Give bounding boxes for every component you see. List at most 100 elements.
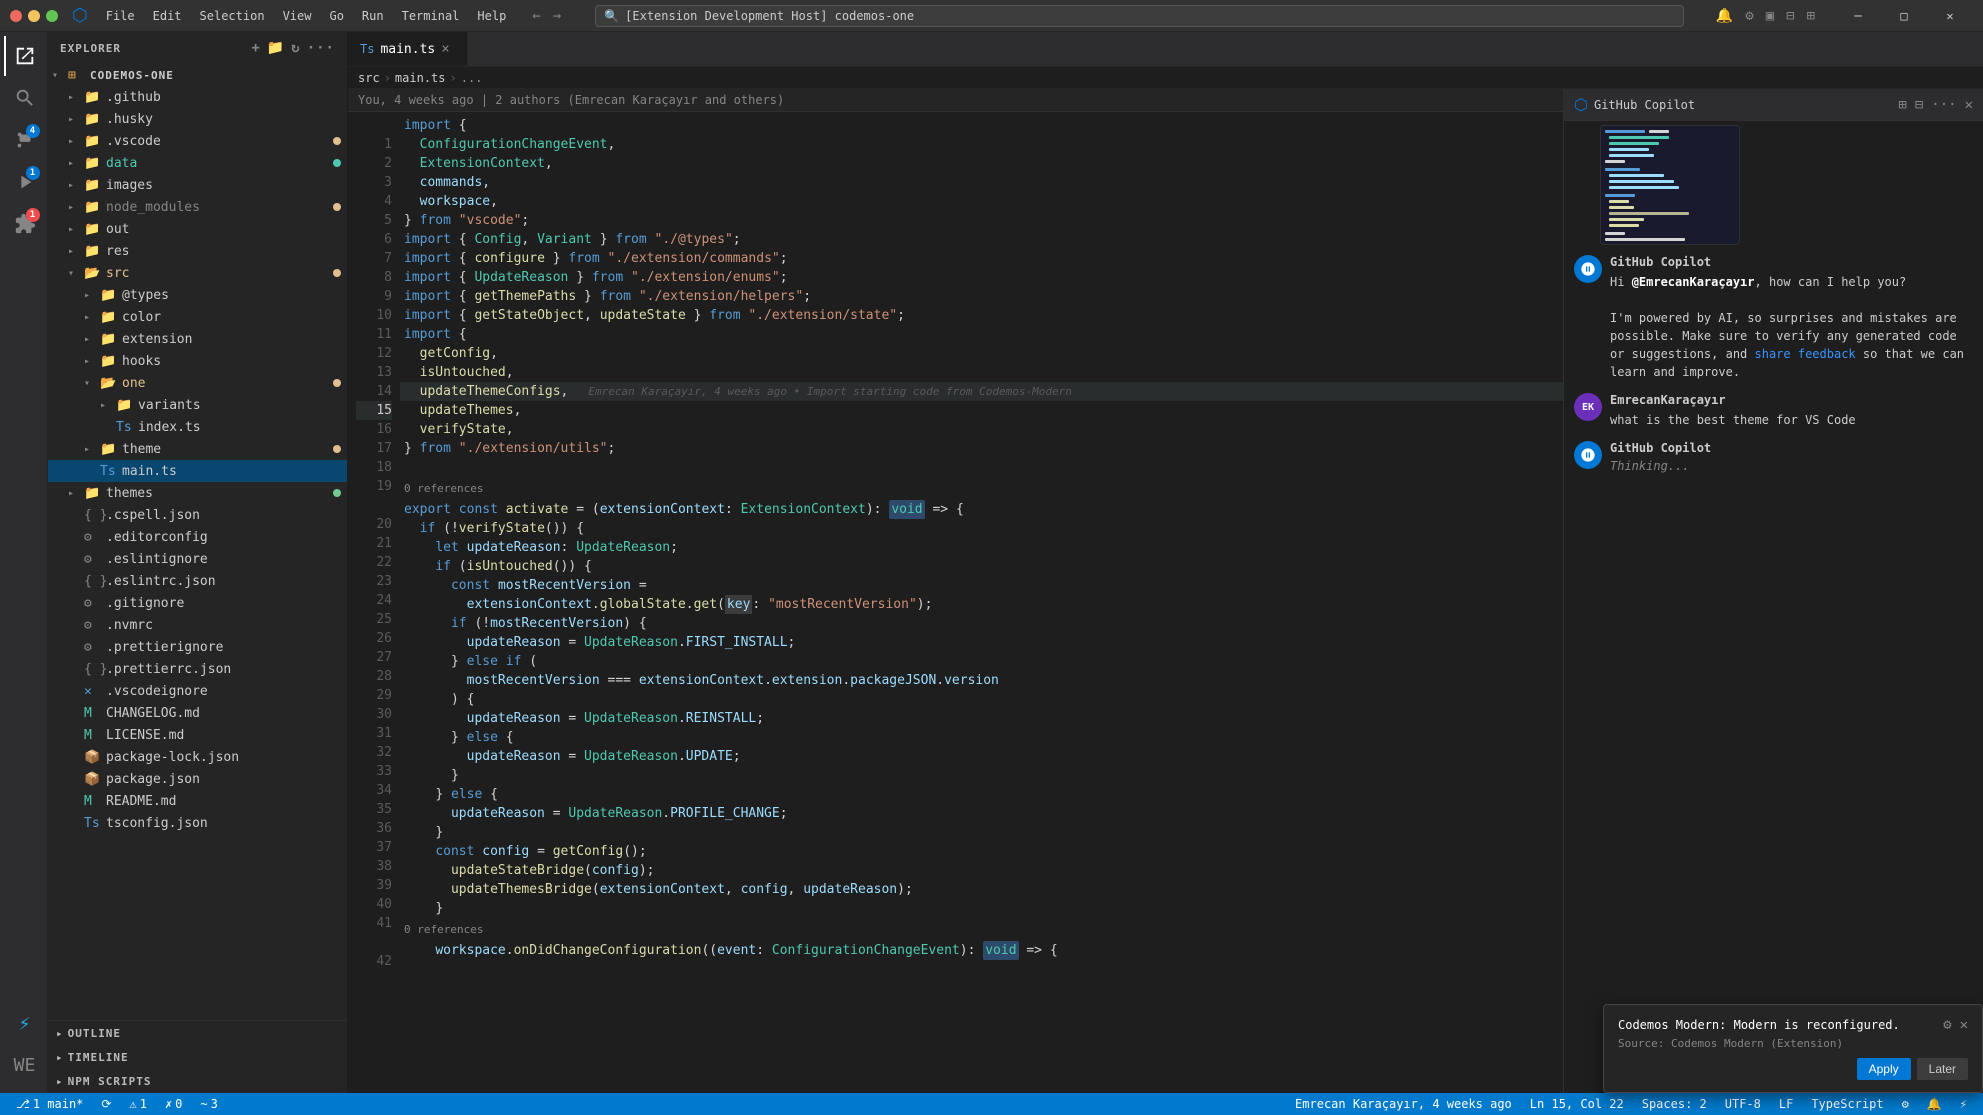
menu-help[interactable]: Help	[469, 6, 514, 26]
activity-source-control[interactable]: 4	[4, 120, 44, 160]
status-errors[interactable]: ✗ 0	[159, 1093, 188, 1115]
copilot-more-icon[interactable]: ···	[1931, 97, 1956, 113]
tree-item-package-lock[interactable]: ▸ 📦 package-lock.json	[48, 746, 347, 768]
tree-item-images[interactable]: ▸ 📁 images	[48, 174, 347, 196]
tree-item-readme[interactable]: ▸ M README.md	[48, 790, 347, 812]
split-icon[interactable]: ⊞	[1805, 6, 1817, 26]
outline-section[interactable]: ▸ OUTLINE	[48, 1021, 347, 1045]
tree-item-data[interactable]: ▸ 📁 data	[48, 152, 347, 174]
activity-search[interactable]	[4, 78, 44, 118]
status-eol[interactable]: LF	[1773, 1093, 1799, 1115]
refresh-icon[interactable]: ↻	[291, 40, 300, 56]
status-bell[interactable]: 🔔	[1921, 1093, 1948, 1115]
menu-go[interactable]: Go	[321, 6, 351, 26]
menu-selection[interactable]: Selection	[192, 6, 273, 26]
notification-close-icon[interactable]: ✕	[1960, 1017, 1968, 1033]
close-button[interactable]	[10, 10, 22, 22]
menu-terminal[interactable]: Terminal	[394, 6, 468, 26]
breadcrumb-more[interactable]: ...	[461, 71, 483, 85]
tree-item-gitignore[interactable]: ▸ ⚙ .gitignore	[48, 592, 347, 614]
tree-item-main-ts[interactable]: ▸ Ts main.ts	[48, 460, 347, 482]
editor-content[interactable]: 12345 678910 11121314 15 16171819 202122…	[348, 112, 1563, 1093]
activity-extensions[interactable]: 1	[4, 204, 44, 244]
status-settings[interactable]: ⚙	[1896, 1093, 1915, 1115]
notification-icon[interactable]: 🔔	[1714, 6, 1735, 26]
tree-item-changelog[interactable]: ▸ M CHANGELOG.md	[48, 702, 347, 724]
tree-item-types[interactable]: ▸ 📁 @types	[48, 284, 347, 306]
npm-scripts-section[interactable]: ▸ NPM SCRIPTS	[48, 1069, 347, 1093]
status-encoding[interactable]: UTF-8	[1719, 1093, 1767, 1115]
tab-main-ts[interactable]: Ts main.ts ×	[348, 32, 468, 66]
tree-item-out[interactable]: ▸ 📁 out	[48, 218, 347, 240]
breadcrumb-file[interactable]: main.ts	[395, 71, 446, 85]
tree-item-prettierrc[interactable]: ▸ { } .prettierrc.json	[48, 658, 347, 680]
activity-explorer[interactable]	[4, 36, 44, 76]
activity-remote[interactable]: ⚡	[4, 1003, 44, 1043]
maximize-window[interactable]: □	[1881, 0, 1927, 32]
copilot-messages[interactable]: GitHub Copilot Hi @EmrecanKaraçayır, how…	[1564, 245, 1983, 1093]
apply-button[interactable]: Apply	[1857, 1058, 1911, 1080]
tree-item-node-modules[interactable]: ▸ 📁 node_modules	[48, 196, 347, 218]
breadcrumb-src[interactable]: src	[358, 71, 380, 85]
layout2-icon[interactable]: ⊟	[1784, 6, 1796, 26]
search-bar[interactable]: 🔍 [Extension Development Host] codemos-o…	[595, 5, 1684, 27]
tree-item-eslintrc[interactable]: ▸ { } .eslintrc.json	[48, 570, 347, 592]
settings-icon[interactable]: ⚙	[1743, 6, 1755, 26]
tree-item-github[interactable]: ▸ 📁 .github	[48, 86, 347, 108]
project-root[interactable]: ▾ ⊞ CODEMOS-ONE	[48, 64, 347, 86]
tree-item-variants[interactable]: ▸ 📁 variants	[48, 394, 347, 416]
tree-item-theme[interactable]: ▸ 📁 theme	[48, 438, 347, 460]
forward-arrow[interactable]: →	[549, 6, 565, 26]
activity-run[interactable]: 1	[4, 162, 44, 202]
status-language[interactable]: TypeScript	[1805, 1093, 1889, 1115]
timeline-section[interactable]: ▸ TIMELINE	[48, 1045, 347, 1069]
minimize-window[interactable]: ─	[1835, 0, 1881, 32]
status-warnings[interactable]: ⚠ 1	[123, 1093, 152, 1115]
layout-icon[interactable]: ▣	[1764, 6, 1776, 26]
code-area[interactable]: import { ConfigurationChangeEvent, Exten…	[400, 112, 1563, 1093]
tree-item-husky[interactable]: ▸ 📁 .husky	[48, 108, 347, 130]
new-file-icon[interactable]: +	[251, 40, 260, 56]
tree-item-vscodeignore[interactable]: ▸ ✕ .vscodeignore	[48, 680, 347, 702]
tree-item-themes[interactable]: ▸ 📁 themes	[48, 482, 347, 504]
tree-item-tsconfig[interactable]: ▸ Ts tsconfig.json	[48, 812, 347, 834]
menu-view[interactable]: View	[275, 6, 320, 26]
menu-edit[interactable]: Edit	[145, 6, 190, 26]
minimize-button[interactable]	[28, 10, 40, 22]
tree-item-nvmrc[interactable]: ▸ ⚙ .nvmrc	[48, 614, 347, 636]
notification-settings-icon[interactable]: ⚙	[1943, 1017, 1951, 1033]
copilot-layout-icon[interactable]: ⊟	[1915, 97, 1923, 113]
close-window[interactable]: ✕	[1927, 0, 1973, 32]
tree-item-vscode[interactable]: ▸ 📁 .vscode	[48, 130, 347, 152]
status-info[interactable]: ~ 3	[194, 1093, 223, 1115]
status-blame[interactable]: Emrecan Karaçayır, 4 weeks ago	[1289, 1093, 1518, 1115]
status-spaces[interactable]: Spaces: 2	[1636, 1093, 1713, 1115]
copilot-close-icon[interactable]: ✕	[1965, 97, 1973, 113]
activity-account[interactable]: WE	[4, 1045, 44, 1085]
maximize-button[interactable]	[46, 10, 58, 22]
tree-item-prettierignore[interactable]: ▸ ⚙ .prettierignore	[48, 636, 347, 658]
tree-item-src[interactable]: ▾ 📂 src	[48, 262, 347, 284]
tree-item-one[interactable]: ▾ 📂 one	[48, 372, 347, 394]
tree-item-res[interactable]: ▸ 📁 res	[48, 240, 347, 262]
tree-item-hooks[interactable]: ▸ 📁 hooks	[48, 350, 347, 372]
menu-run[interactable]: Run	[354, 6, 392, 26]
menu-file[interactable]: File	[98, 6, 143, 26]
status-sync[interactable]: ⟳	[95, 1093, 117, 1115]
tree-item-eslintignore[interactable]: ▸ ⚙ .eslintignore	[48, 548, 347, 570]
status-power[interactable]: ⚡	[1954, 1093, 1973, 1115]
later-button[interactable]: Later	[1917, 1058, 1968, 1080]
status-git-branch[interactable]: ⎇ 1 main*	[10, 1093, 89, 1115]
tree-item-cspell[interactable]: ▸ { } .cspell.json	[48, 504, 347, 526]
tree-item-editorconfig[interactable]: ▸ ⚙ .editorconfig	[48, 526, 347, 548]
copilot-menu-icon[interactable]: ⊞	[1898, 97, 1906, 113]
tree-item-license[interactable]: ▸ M LICENSE.md	[48, 724, 347, 746]
tree-item-index-ts[interactable]: ▸ Ts index.ts	[48, 416, 347, 438]
tab-close-icon[interactable]: ×	[441, 41, 449, 57]
new-folder-icon[interactable]: 📁	[267, 40, 285, 56]
status-line-col[interactable]: Ln 15, Col 22	[1524, 1093, 1630, 1115]
tree-item-extension[interactable]: ▸ 📁 extension	[48, 328, 347, 350]
tree-item-package-json[interactable]: ▸ 📦 package.json	[48, 768, 347, 790]
back-arrow[interactable]: ←	[528, 6, 544, 26]
more-icon[interactable]: ···	[307, 40, 335, 56]
